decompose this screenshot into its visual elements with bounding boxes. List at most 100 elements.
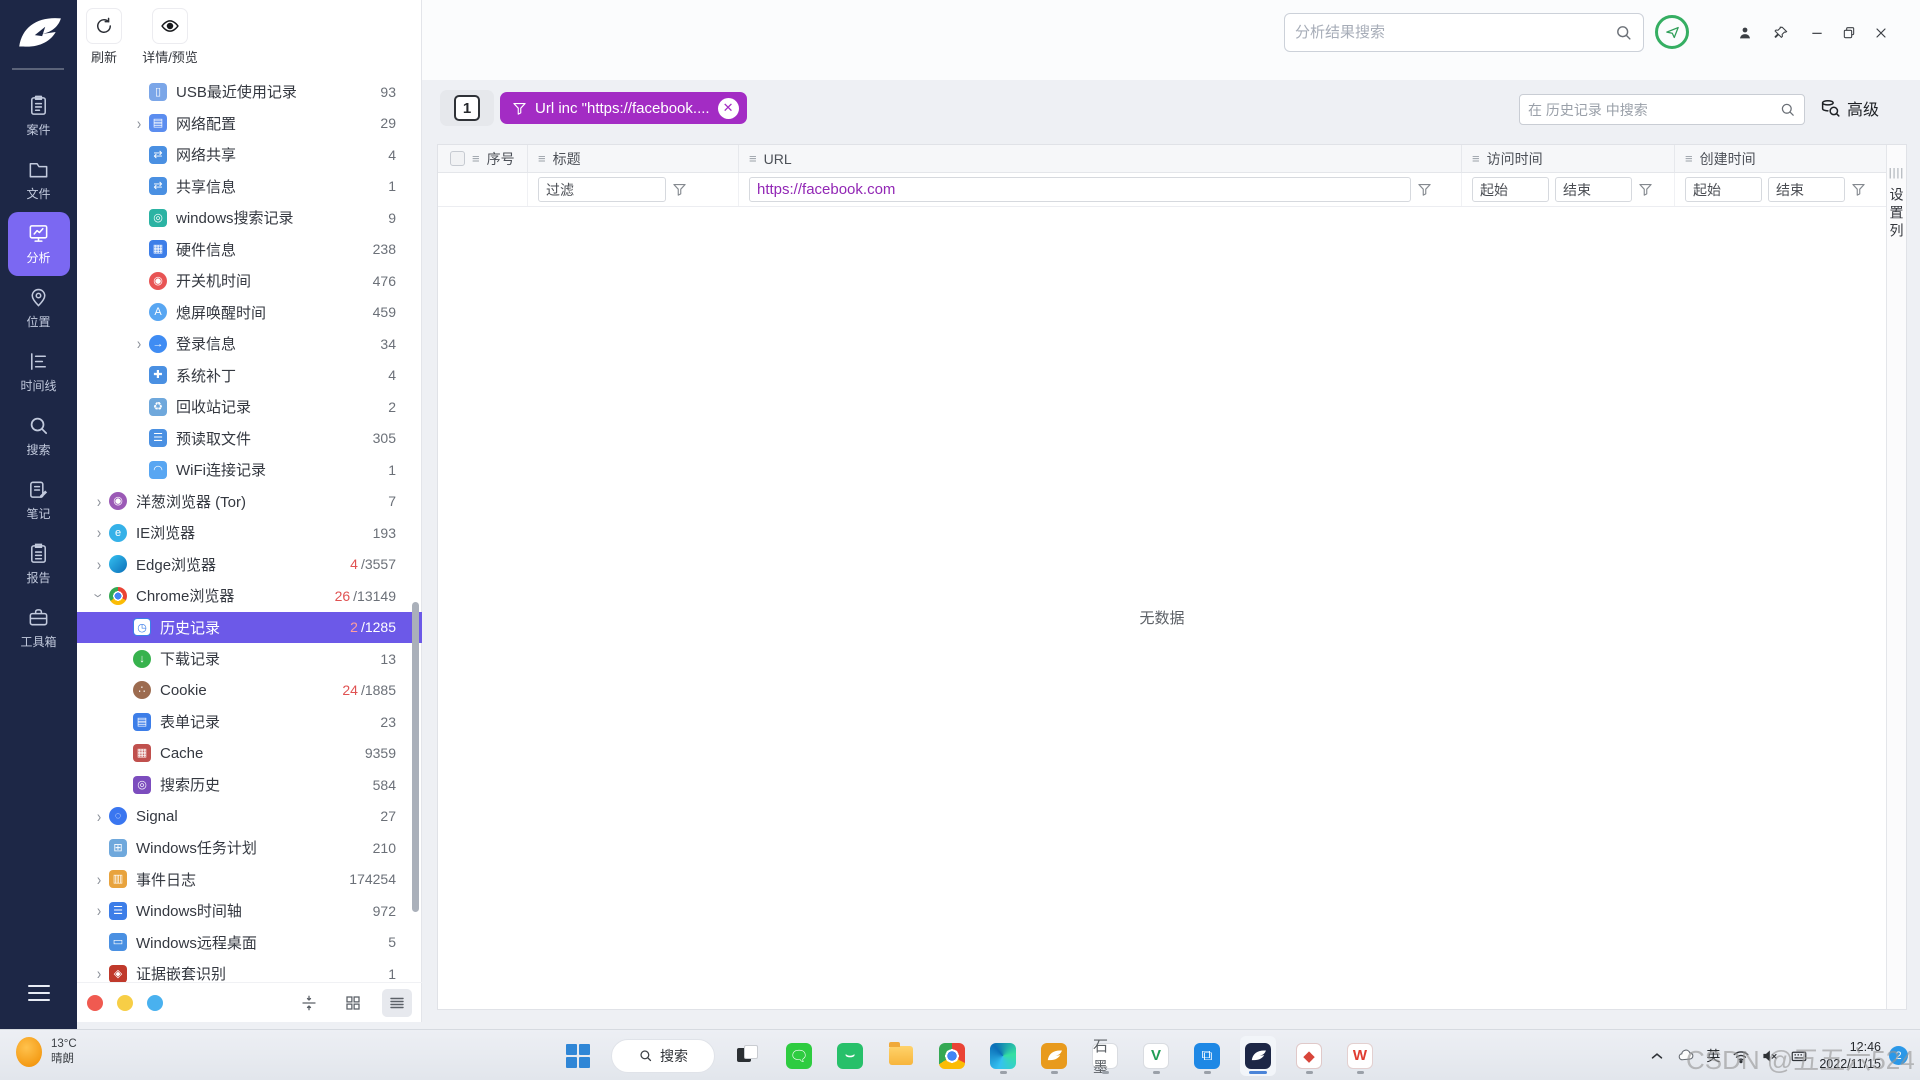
language-indicator[interactable]: 英 bbox=[1706, 1046, 1720, 1066]
expand-arrow-icon[interactable]: › bbox=[129, 114, 149, 133]
forensic-active-app-button[interactable] bbox=[1240, 1036, 1276, 1076]
tree-item-signal[interactable]: ›◌Signal27 bbox=[77, 801, 422, 833]
detail-preview-button[interactable]: 详情/预览 bbox=[105, 8, 235, 66]
remove-filter-icon[interactable]: ✕ bbox=[718, 98, 739, 119]
global-search-input[interactable] bbox=[1295, 24, 1614, 41]
tree-item-hardware-info[interactable]: ▦硬件信息238 bbox=[77, 234, 422, 266]
tree-item-edge-browser[interactable]: ›Edge浏览器4/3557 bbox=[77, 549, 422, 581]
result-tab-1[interactable]: 1 bbox=[440, 90, 494, 126]
column-header-create-time[interactable]: ≡ 创建时间 bbox=[1675, 145, 1888, 172]
touch-keyboard-tray-button[interactable] bbox=[1790, 1047, 1808, 1065]
nav-item-timeline[interactable]: 时间线 bbox=[8, 340, 70, 404]
nav-item-notes[interactable]: 笔记 bbox=[8, 468, 70, 532]
list-view-button[interactable] bbox=[382, 989, 412, 1017]
visit-end-input[interactable] bbox=[1555, 177, 1632, 202]
visit-start-input[interactable] bbox=[1472, 177, 1549, 202]
tree-item-login-info[interactable]: ›→登录信息34 bbox=[77, 328, 422, 360]
tree-item-prefetch[interactable]: ☰预读取文件305 bbox=[77, 423, 422, 455]
split-pane-button[interactable] bbox=[294, 989, 324, 1017]
column-header-url[interactable]: ≡ URL bbox=[739, 145, 1462, 172]
nav-item-case[interactable]: 案件 bbox=[8, 84, 70, 148]
collapse-arrow-icon[interactable]: › bbox=[90, 586, 109, 606]
tree-item-form-records[interactable]: ▤表单记录23 bbox=[77, 706, 422, 738]
nav-item-toolbox[interactable]: 工具箱 bbox=[8, 596, 70, 660]
tree-item-network-share[interactable]: ⇄网络共享4 bbox=[77, 139, 422, 171]
nav-item-search[interactable]: 搜索 bbox=[8, 404, 70, 468]
column-header-visit-time[interactable]: ≡ 访问时间 bbox=[1462, 145, 1675, 172]
minimize-button[interactable] bbox=[1806, 22, 1828, 44]
tree-item-cache[interactable]: ▦Cache9359 bbox=[77, 738, 422, 770]
url-funnel-icon[interactable] bbox=[1417, 182, 1432, 197]
column-header-seq[interactable]: ≡ 序号 bbox=[438, 145, 528, 172]
tree-item-system-patch[interactable]: ✚系统补丁4 bbox=[77, 360, 422, 392]
global-search-box[interactable] bbox=[1284, 13, 1644, 52]
tree-item-recycle-bin[interactable]: ♻回收站记录2 bbox=[77, 391, 422, 423]
tree-item-cookie[interactable]: ∴Cookie24/1885 bbox=[77, 675, 422, 707]
url-filter-chip[interactable]: Url inc "https://facebook.... ✕ bbox=[500, 92, 747, 124]
onedrive-tray-button[interactable] bbox=[1677, 1047, 1695, 1065]
yellow-tag-dot[interactable] bbox=[117, 995, 133, 1011]
document-app-button[interactable]: 石墨 bbox=[1087, 1036, 1123, 1076]
table-search-input[interactable] bbox=[1528, 102, 1779, 118]
blue-tag-dot[interactable] bbox=[147, 995, 163, 1011]
create-start-input[interactable] bbox=[1685, 177, 1762, 202]
edge-app-button[interactable] bbox=[985, 1036, 1021, 1076]
file-explorer-button[interactable] bbox=[883, 1036, 919, 1076]
tree-item-wifi-records[interactable]: ◠WiFi连接记录1 bbox=[77, 454, 422, 486]
tree-item-history[interactable]: ◷历史记录2/1285 bbox=[77, 612, 422, 644]
tree-item-wake-times[interactable]: A熄屏唤醒时间459 bbox=[77, 297, 422, 329]
tree-item-chrome-browser[interactable]: ›Chrome浏览器26/13149 bbox=[77, 580, 422, 612]
forensic-gold-app-button[interactable] bbox=[1036, 1036, 1072, 1076]
green-bag-app-button[interactable]: ⌣ bbox=[832, 1036, 868, 1076]
tree-item-share-info[interactable]: ⇄共享信息1 bbox=[77, 171, 422, 203]
create-end-input[interactable] bbox=[1768, 177, 1845, 202]
vc-app-button[interactable]: V bbox=[1138, 1036, 1174, 1076]
restore-button[interactable] bbox=[1838, 22, 1860, 44]
start-button[interactable] bbox=[560, 1036, 596, 1076]
column-header-title[interactable]: ≡ 标题 bbox=[528, 145, 739, 172]
tree-item-ie-browser[interactable]: ›eIE浏览器193 bbox=[77, 517, 422, 549]
wps-app-button[interactable]: W bbox=[1342, 1036, 1378, 1076]
vmware-app-button[interactable]: ⧉ bbox=[1189, 1036, 1225, 1076]
tree-item-downloads[interactable]: ↓下载记录13 bbox=[77, 643, 422, 675]
task-view-button[interactable] bbox=[730, 1036, 766, 1076]
tree-item-task-scheduler[interactable]: ⊞Windows任务计划210 bbox=[77, 832, 422, 864]
tree-item-event-log[interactable]: ›▥事件日志174254 bbox=[77, 864, 422, 896]
table-search-box[interactable] bbox=[1519, 94, 1805, 125]
tree-item-usb-recent[interactable]: ▯USB最近使用记录93 bbox=[77, 76, 422, 108]
wifi-tray-button[interactable] bbox=[1732, 1047, 1750, 1065]
expand-arrow-icon[interactable]: › bbox=[89, 807, 109, 826]
advanced-search-button[interactable]: 高级 bbox=[1820, 96, 1879, 120]
sidebar-menu-button[interactable] bbox=[0, 984, 77, 1007]
tree-item-tor-browser[interactable]: ›◉洋葱浏览器 (Tor)7 bbox=[77, 486, 422, 518]
visit-funnel-icon[interactable] bbox=[1638, 182, 1653, 197]
feedback-button[interactable] bbox=[1655, 15, 1689, 49]
tree-item-search-history[interactable]: ◎搜索历史584 bbox=[77, 769, 422, 801]
close-button[interactable] bbox=[1870, 22, 1892, 44]
expand-arrow-icon[interactable]: › bbox=[89, 523, 109, 542]
tree-item-remote-desktop[interactable]: ▭Windows远程桌面5 bbox=[77, 927, 422, 959]
tree-item-windows-search[interactable]: ◎windows搜索记录9 bbox=[77, 202, 422, 234]
huorong-app-button[interactable]: ◆ bbox=[1291, 1036, 1327, 1076]
taskbar-weather-widget[interactable]: 13°C 晴朗 bbox=[16, 1037, 77, 1067]
wechat-app-button[interactable]: 🗨 bbox=[781, 1036, 817, 1076]
column-settings-strip[interactable]: |||| 设置列 bbox=[1886, 145, 1906, 1009]
chrome-app-button[interactable] bbox=[934, 1036, 970, 1076]
expand-arrow-icon[interactable]: › bbox=[89, 964, 109, 983]
user-account-button[interactable] bbox=[1734, 22, 1756, 44]
expand-arrow-icon[interactable]: › bbox=[129, 334, 149, 353]
tree-item-win-timeline[interactable]: ›☰Windows时间轴972 bbox=[77, 895, 422, 927]
grid-view-button[interactable] bbox=[338, 989, 368, 1017]
expand-arrow-icon[interactable]: › bbox=[89, 555, 109, 574]
create-funnel-icon[interactable] bbox=[1851, 182, 1866, 197]
title-funnel-icon[interactable] bbox=[672, 182, 687, 197]
tree-item-network-config[interactable]: ›▤网络配置29 bbox=[77, 108, 422, 140]
title-filter-input[interactable] bbox=[538, 177, 666, 202]
tray-expand-button[interactable] bbox=[1648, 1047, 1666, 1065]
red-tag-dot[interactable] bbox=[87, 995, 103, 1011]
expand-arrow-icon[interactable]: › bbox=[89, 901, 109, 920]
volume-muted-tray-button[interactable] bbox=[1761, 1047, 1779, 1065]
pin-window-button[interactable] bbox=[1770, 22, 1792, 44]
taskbar-search-button[interactable]: 搜索 bbox=[611, 1039, 715, 1073]
nav-item-report[interactable]: 报告 bbox=[8, 532, 70, 596]
